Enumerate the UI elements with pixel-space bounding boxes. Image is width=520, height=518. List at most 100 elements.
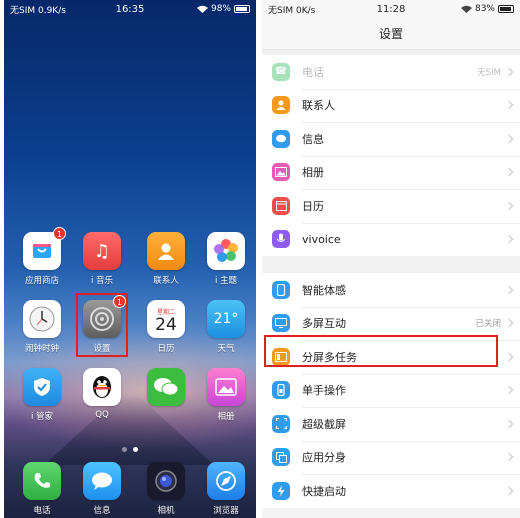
app-label: 电话	[33, 506, 51, 516]
app-calendar[interactable]: 星期二 24 日历	[140, 300, 192, 354]
home-screen: 无SIM 0.9K/s 16:35 98% 1 应用商店 ♫ i 音乐 联系人	[4, 0, 256, 518]
settings-item-label: 智能体感	[302, 283, 346, 297]
status-time: 11:28	[376, 3, 406, 15]
quick-launch-icon	[272, 481, 290, 500]
settings-highlight-box	[76, 293, 128, 357]
phone-icon	[23, 462, 61, 500]
status-time: 16:35	[115, 3, 145, 15]
settings-item-quick-launch[interactable]: 快捷启动	[262, 474, 520, 508]
app-label: QQ	[95, 410, 109, 420]
chevron-right-icon	[504, 235, 514, 244]
settings-item-app-clone[interactable]: 应用分身	[262, 440, 520, 475]
settings-item-label: 单手操作	[302, 384, 346, 398]
contacts-icon	[272, 96, 290, 115]
browser-icon	[207, 462, 245, 500]
battery-icon	[498, 5, 514, 13]
dock-messages[interactable]: 信息	[76, 462, 128, 516]
chevron-right-icon	[504, 419, 514, 428]
settings-item-split-screen[interactable]: 分屏多任务	[262, 340, 520, 374]
settings-item-calendar[interactable]: 日历	[262, 189, 520, 223]
wechat-icon	[147, 368, 185, 406]
split-screen-icon	[272, 347, 290, 366]
settings-item-vivoice[interactable]: vivoice	[262, 222, 520, 257]
settings-item-label: 相册	[302, 166, 324, 180]
chevron-right-icon	[504, 285, 514, 294]
app-label: 相机	[157, 506, 175, 516]
settings-item-contacts[interactable]: 联系人	[262, 88, 520, 123]
app-label: 日历	[157, 344, 175, 354]
settings-screen: 无SIM 0K/s 11:28 83% 设置 ☎ 电话 无SIM 联系人 信息	[262, 0, 520, 518]
message-bubble-icon	[272, 129, 290, 148]
settings-item-motion-sense[interactable]: 智能体感	[262, 273, 520, 307]
chevron-right-icon	[504, 101, 514, 110]
dock-camera[interactable]: 相机	[140, 462, 192, 516]
qq-penguin-icon	[83, 368, 121, 406]
settings-item-super-screenshot[interactable]: 超级截屏	[262, 407, 520, 441]
settings-item-label: 应用分身	[302, 451, 346, 465]
app-weather[interactable]: 21° 天气	[200, 300, 252, 354]
app-label: i 管家	[30, 412, 54, 422]
shield-check-icon	[23, 368, 61, 406]
page-dot-active	[133, 447, 138, 452]
settings-group-apps: ☎ 电话 无SIM 联系人 信息 相册 日历 vivoice	[262, 55, 520, 256]
settings-item-value: 无SIM	[477, 67, 501, 78]
settings-item-label: 电话	[302, 65, 324, 79]
multi-screen-icon	[272, 314, 290, 333]
dock-browser[interactable]: 浏览器	[200, 462, 252, 516]
settings-item-label: 快捷启动	[302, 484, 346, 498]
settings-item-phone[interactable]: ☎ 电话 无SIM	[262, 55, 520, 89]
settings-item-gallery[interactable]: 相册	[262, 155, 520, 190]
settings-item-multi-screen[interactable]: 多屏互动 已关闭	[262, 306, 520, 341]
chevron-right-icon	[504, 352, 514, 361]
app-theme[interactable]: i 主题	[200, 232, 252, 286]
settings-item-label: 超级截屏	[302, 417, 346, 431]
settings-item-label: 日历	[302, 199, 324, 213]
app-label: 闹钟时钟	[24, 344, 59, 354]
app-clock[interactable]: 闹钟时钟	[16, 300, 68, 354]
app-music[interactable]: ♫ i 音乐	[76, 232, 128, 286]
app-contacts[interactable]: 联系人	[140, 232, 192, 286]
settings-item-label: 信息	[302, 132, 324, 146]
contacts-icon	[147, 232, 185, 270]
settings-item-value: 已关闭	[475, 319, 501, 330]
chevron-right-icon	[504, 386, 514, 395]
app-app-store[interactable]: 1 应用商店	[16, 227, 68, 286]
weather-temp: 21°	[213, 311, 239, 327]
app-label: 联系人	[153, 276, 179, 286]
gallery-icon	[207, 368, 245, 406]
calendar-icon	[272, 196, 290, 215]
settings-item-one-hand[interactable]: 单手操作	[262, 373, 520, 408]
settings-group-features: 智能体感 多屏互动 已关闭 分屏多任务 单手操作 超级截屏 应用分身 快捷启动	[262, 273, 520, 508]
calendar-icon: 星期二 24	[147, 300, 185, 338]
chevron-right-icon	[504, 67, 514, 76]
chevron-right-icon	[504, 168, 514, 177]
app-qq[interactable]: QQ	[76, 368, 128, 420]
page-title: 设置	[262, 18, 520, 50]
app-clone-icon	[272, 448, 290, 467]
chevron-right-icon	[504, 486, 514, 495]
theme-petals-icon	[207, 232, 245, 270]
settings-item-label: vivoice	[302, 232, 341, 246]
app-label: 应用商店	[24, 276, 59, 286]
dock-phone[interactable]: 电话	[16, 462, 68, 516]
settings-item-label: 联系人	[302, 99, 335, 113]
gallery-icon	[272, 163, 290, 182]
message-bubble-icon	[83, 462, 121, 500]
camera-icon	[147, 462, 185, 500]
app-wechat[interactable]	[140, 368, 192, 410]
music-note-icon: ♫	[83, 232, 121, 270]
app-label: 天气	[217, 344, 235, 354]
badge-count: 1	[53, 227, 66, 240]
app-gallery[interactable]: 相册	[200, 368, 252, 422]
settings-item-messages[interactable]: 信息	[262, 122, 520, 156]
chevron-right-icon	[504, 453, 514, 462]
settings-item-label: 多屏互动	[302, 317, 346, 331]
app-manager[interactable]: i 管家	[16, 368, 68, 422]
motion-sense-icon	[272, 280, 290, 299]
screenshot-icon	[272, 414, 290, 433]
page-indicator[interactable]	[4, 437, 256, 456]
app-label: 浏览器	[213, 506, 239, 516]
page-dot	[122, 447, 127, 452]
app-label: 相册	[217, 412, 235, 422]
app-label: i 音乐	[90, 276, 114, 286]
